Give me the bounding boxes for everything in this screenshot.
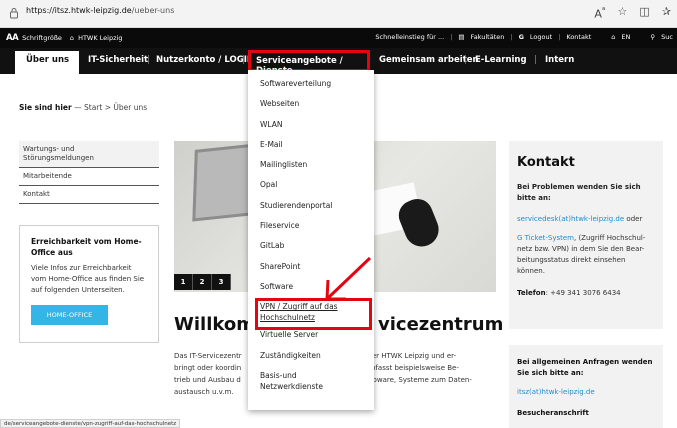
ticket-system-link[interactable]: Ticket-System (525, 234, 574, 242)
servicedesk-email-link[interactable]: servicedesk(at)htwk-leipzig.de (517, 215, 624, 223)
sidebar-item-kontakt[interactable]: Kontakt (19, 186, 159, 204)
general-contact-text: Bei allgemeinen Anfragen wenden Sie sich… (517, 358, 653, 377)
search-link[interactable]: Suc (661, 33, 673, 41)
general-contact-panel: Bei allgemeinen Anfragen wenden Sie sich… (509, 345, 663, 428)
contact-link[interactable]: Kontakt (566, 33, 591, 41)
nav-item-e-learning[interactable]: E-Learning (475, 55, 527, 65)
home-office-box: Erreichbarkeit vom Home-Office aus Viele… (19, 225, 159, 343)
nav-item-nutzerkonto[interactable]: Nutzerkonto / LOGIN (156, 55, 254, 65)
sidebar-nav: Wartungs- und Störungsmeldungen Mitarbei… (19, 141, 159, 204)
logout-icon: G (518, 33, 524, 41)
logout-link[interactable]: Logout (530, 33, 552, 41)
menu-item-fileservice[interactable]: Fileservice (248, 217, 374, 237)
nav-item-it-sicherheit[interactable]: IT-Sicherheit (88, 55, 148, 65)
home-link[interactable]: HTWK Leipzig (78, 34, 122, 42)
split-view-icon[interactable]: ◫ (639, 5, 649, 21)
favorites-icon[interactable]: ✰ (662, 5, 671, 21)
ticket-icon: G (517, 234, 525, 242)
breadcrumb-path[interactable]: — Start > Über uns (74, 103, 147, 112)
nav-item-ueber-uns[interactable]: Über uns (15, 51, 79, 74)
services-dropdown-menu: Softwareverteilung Webseiten WLAN E-Mail… (248, 70, 374, 410)
sidebar-item-mitarbeitende[interactable]: Mitarbeitende (19, 168, 159, 186)
quick-entry-link[interactable]: Schnelleinstieg für ... (375, 33, 444, 41)
itsz-email-link[interactable]: itsz(at)htwk-leipzig.de (517, 388, 595, 396)
lock-icon (10, 8, 18, 19)
menu-item-mailinglisten[interactable]: Mailinglisten (248, 156, 374, 176)
browser-toolbar: Aᵃ ☆ ◫ ✰ (594, 5, 671, 21)
address-url[interactable]: https://itsz.htwk-leipzig.de/ueber-uns (26, 6, 174, 15)
language-link[interactable]: EN (621, 33, 630, 41)
contact-email-line: servicedesk(at)htwk-leipzig.de oder (517, 215, 643, 223)
welcome-title: Willkom vicezentrum (174, 314, 504, 335)
utility-bar: AA Schriftgröße ⌂ HTWK Leipzig Schnellei… (0, 28, 677, 48)
language-icon: ⌂ (611, 33, 616, 41)
slide-page-2[interactable]: 2 (193, 274, 212, 290)
home-office-button[interactable]: HOME-OFFICE (31, 305, 108, 325)
slider-pagination: 1 2 3 (174, 274, 231, 290)
faculties-link[interactable]: Fakultäten (471, 33, 505, 41)
contact-phone: Telefon: +49 341 3076 6434 (517, 289, 621, 297)
contact-problems-text: Bei Problemen wenden Sie sich bitte an: (517, 183, 641, 202)
breadcrumb-label: Sie sind hier (19, 103, 72, 112)
sidebar-item-stoerungsmeldungen[interactable]: Wartungs- und Störungsmeldungen (19, 141, 159, 168)
pointer-arrow-icon (325, 256, 372, 301)
contact-panel: Kontakt Bei Problemen wenden Sie sich bi… (509, 141, 663, 329)
faculties-icon: ▤ (458, 33, 465, 41)
browser-address-bar: https://itsz.htwk-leipzig.de/ueber-uns A… (0, 0, 677, 28)
status-bar-url: de/serviceangebote-dienste/vpn-zugriff-a… (0, 419, 181, 428)
visitor-address-heading: Besucheranschrift (517, 409, 589, 417)
nav-separator: | (147, 55, 150, 65)
search-icon[interactable]: ⚲ (650, 33, 655, 41)
read-aloud-icon[interactable]: Aᵃ (594, 5, 605, 21)
menu-item-softwareverteilung[interactable]: Softwareverteilung (248, 75, 374, 95)
menu-item-opal[interactable]: Opal (248, 176, 374, 196)
slide-page-1[interactable]: 1 (174, 274, 193, 290)
favorite-star-icon[interactable]: ☆ (618, 5, 628, 21)
breadcrumb: Sie sind hier — Start > Über uns (19, 103, 147, 112)
ticket-line: G Ticket-System, (Zugriff Hochschul-netz… (517, 234, 646, 275)
menu-item-email[interactable]: E-Mail (248, 136, 374, 156)
home-icon[interactable]: ⌂ (70, 34, 74, 42)
menu-item-zustaendigkeiten[interactable]: Zuständigkeiten (248, 347, 374, 367)
font-size-icon[interactable]: AA (6, 33, 19, 43)
separator: | (510, 33, 513, 41)
menu-item-studierendenportal[interactable]: Studierendenportal (248, 197, 374, 217)
font-size-label[interactable]: Schriftgröße (22, 34, 62, 42)
contact-title: Kontakt (517, 155, 575, 170)
slide-page-3[interactable]: 3 (212, 274, 231, 290)
menu-item-basis-netzwerkdienste[interactable]: Basis-und Netzwerkdienste (248, 367, 374, 395)
menu-item-wlan[interactable]: WLAN (248, 116, 374, 136)
nav-separator: | (242, 55, 245, 65)
nav-item-serviceangebote[interactable]: Serviceangebote / Dienste (248, 50, 370, 76)
nav-item-intern[interactable]: Intern (545, 55, 574, 65)
separator: | (558, 33, 561, 41)
separator: | (450, 33, 453, 41)
nav-separator: | (464, 55, 467, 65)
nav-separator: | (534, 55, 537, 65)
menu-item-webseiten[interactable]: Webseiten (248, 95, 374, 115)
home-office-text: Viele Infos zur Erreichbarkeit vom Home-… (31, 264, 145, 294)
home-office-title: Erreichbarkeit vom Home-Office aus (31, 237, 142, 257)
